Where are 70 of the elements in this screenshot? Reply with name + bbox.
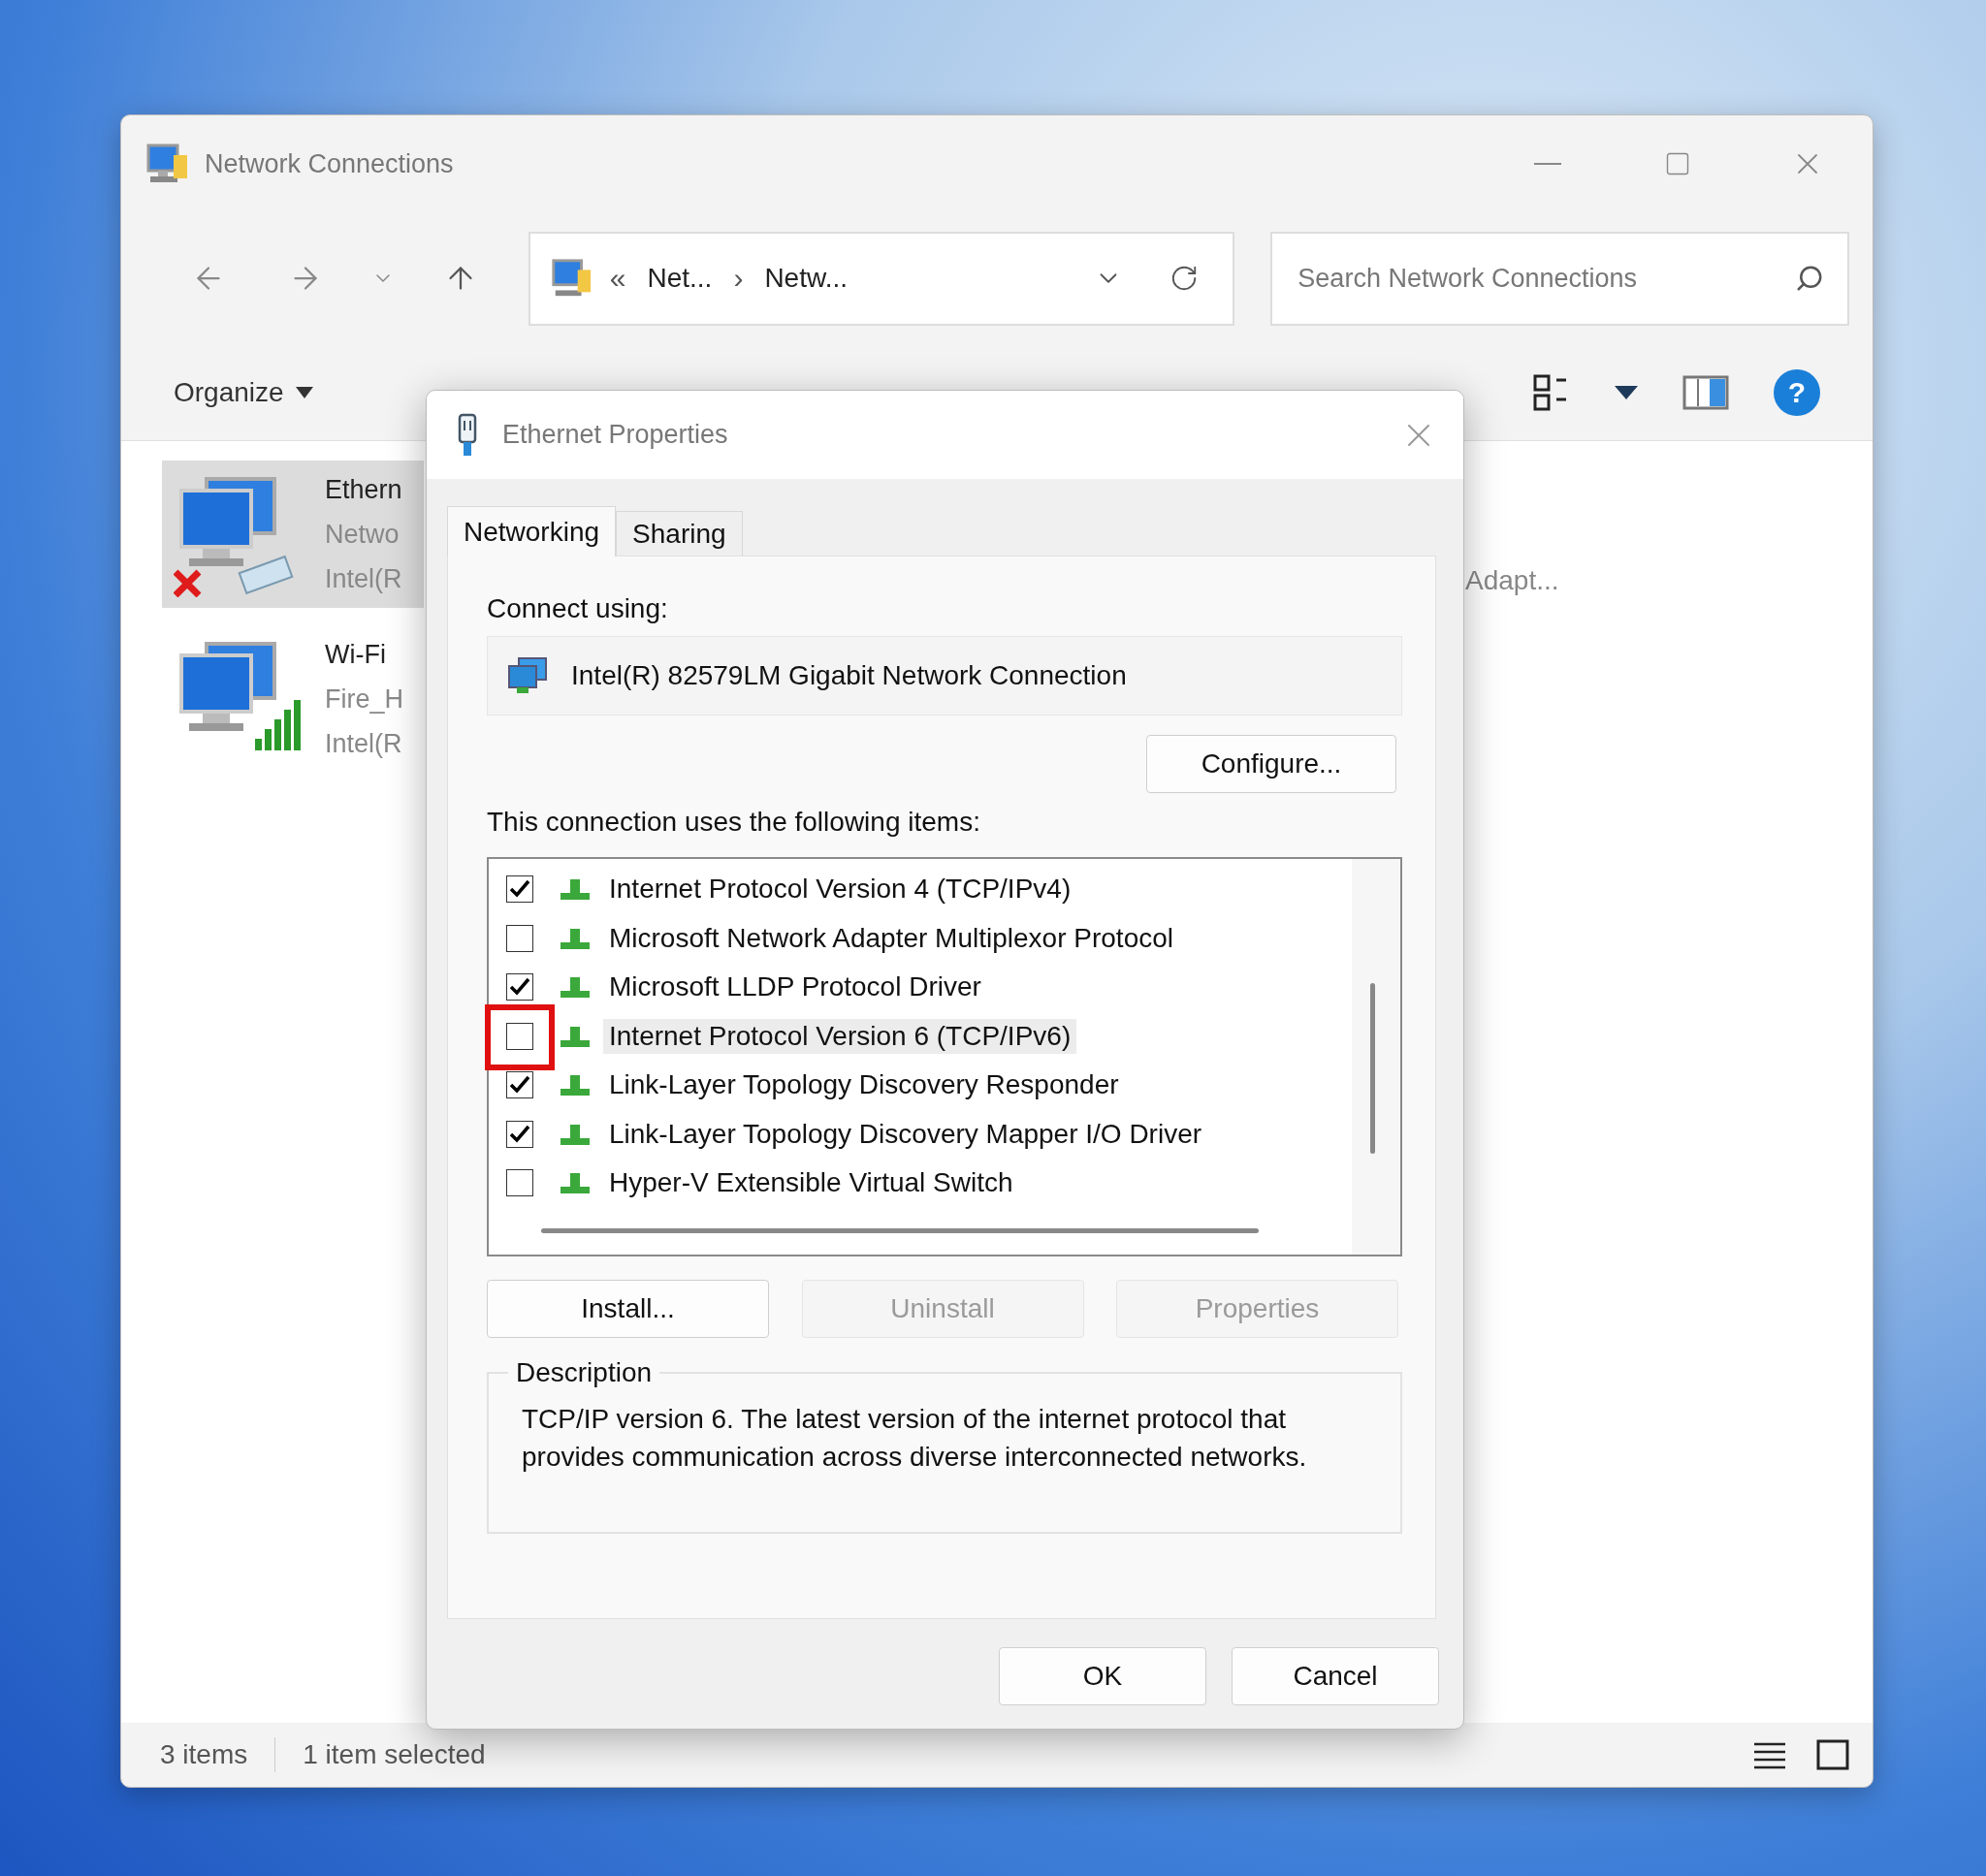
address-bar[interactable]: « Net... › Netw...	[528, 231, 1235, 326]
list-item[interactable]: Microsoft Network Adapter Multiplexor Protocol	[603, 920, 1179, 956]
tab[interactable]: Networking	[447, 506, 617, 556]
adapter-name: Intel(R) 82579LM Gigabit Network Connection	[571, 660, 1127, 691]
checkmark-icon	[509, 879, 530, 900]
checkmark-icon	[509, 1124, 530, 1144]
minimize-icon	[1534, 163, 1561, 165]
network-protocol-icon	[559, 975, 592, 1000]
network-protocol-icon	[559, 877, 592, 902]
connection-adapter: Intel(R	[325, 563, 402, 595]
group-legend: Description	[508, 1357, 660, 1388]
list-item[interactable]: Internet Protocol Version 4 (TCP/IPv4)	[603, 872, 1077, 907]
connection-status: Netwo	[325, 519, 400, 551]
list-item[interactable]: Link-Layer Topology Discovery Responder	[603, 1067, 1125, 1103]
list-item[interactable]: Internet Protocol Version 6 (TCP/IPv6)	[603, 1018, 1077, 1054]
connection-item[interactable]: Ethern Netwo Intel(R	[162, 461, 424, 608]
breadcrumb-separator: ›	[733, 262, 744, 295]
ok-button[interactable]: OK	[999, 1647, 1206, 1705]
help-button[interactable]: ?	[1774, 368, 1820, 416]
tab[interactable]: Sharing	[616, 511, 743, 556]
network-adapter-icon	[507, 656, 550, 695]
breadcrumb[interactable]: Netw...	[760, 263, 851, 294]
tiles-view-icon[interactable]	[1816, 1739, 1849, 1770]
network-protocol-icon	[559, 1122, 592, 1146]
column-text: Adapt...	[1465, 565, 1559, 596]
item-count: 3 items	[160, 1739, 248, 1770]
list-item[interactable]: Link-Layer Topology Discovery Mapper I/O Driver	[603, 1116, 1208, 1152]
checkbox[interactable]	[506, 924, 533, 952]
checkbox[interactable]	[506, 973, 533, 1002]
checkbox[interactable]	[506, 1120, 533, 1148]
configure-button[interactable]: Configure...	[1146, 735, 1396, 793]
connection-name: Ethern	[325, 474, 402, 506]
network-protocol-icon	[559, 1073, 592, 1097]
checkmark-icon	[509, 1075, 530, 1096]
network-protocol-icon	[559, 926, 592, 950]
window-title: Network Connections	[205, 148, 454, 179]
caret-icon[interactable]	[1615, 385, 1638, 399]
search-field[interactable]: Search Network Connections	[1296, 262, 1795, 295]
list-item[interactable]: Hyper-V Extensible Virtual Switch	[603, 1165, 1019, 1201]
search-box[interactable]: Search Network Connections	[1270, 231, 1849, 326]
checkbox[interactable]	[506, 1022, 533, 1050]
ethernet-plug-icon	[456, 412, 479, 458]
caret-icon	[295, 386, 313, 398]
checkbox[interactable]	[506, 1169, 533, 1197]
vertical-scrollbar[interactable]	[1370, 983, 1375, 1154]
cancel-button[interactable]: Cancel	[1232, 1647, 1439, 1705]
list-item[interactable]: Microsoft LLDP Protocol Driver	[603, 970, 987, 1005]
field-label: This connection uses the following items:	[487, 807, 981, 838]
connection-item[interactable]: Wi-Fi Fire_H Intel(R	[162, 625, 424, 773]
selection-count: 1 item selected	[303, 1739, 486, 1770]
item-action-button[interactable]: Install...	[487, 1280, 769, 1338]
connection-status: Fire_H	[325, 684, 403, 715]
field-label: Connect using:	[487, 593, 669, 624]
maximize-icon	[1664, 150, 1691, 177]
dialog-title: Ethernet Properties	[502, 420, 728, 450]
network-protocol-icon	[559, 1024, 592, 1048]
breadcrumb[interactable]: Net...	[643, 263, 717, 294]
organize-menu-button[interactable]: Organize	[174, 376, 313, 408]
connection-name: Wi-Fi	[325, 639, 387, 671]
description-text: TCP/IP version 6. The latest version of the internet protocol that provides communication across diverse interconnected networks.	[522, 1403, 1308, 1474]
checkbox[interactable]	[506, 1071, 533, 1099]
checkmark-icon	[509, 977, 530, 998]
overflow-chevron[interactable]: «	[609, 262, 626, 295]
connection-adapter: Intel(R	[325, 728, 403, 760]
preview-pane-icon[interactable]	[1682, 374, 1729, 410]
network-protocol-icon	[559, 1171, 592, 1195]
search-icon	[1795, 264, 1824, 293]
checkbox[interactable]	[506, 875, 533, 904]
horizontal-scrollbar[interactable]	[541, 1228, 1259, 1233]
details-view-icon[interactable]	[1752, 1740, 1787, 1769]
